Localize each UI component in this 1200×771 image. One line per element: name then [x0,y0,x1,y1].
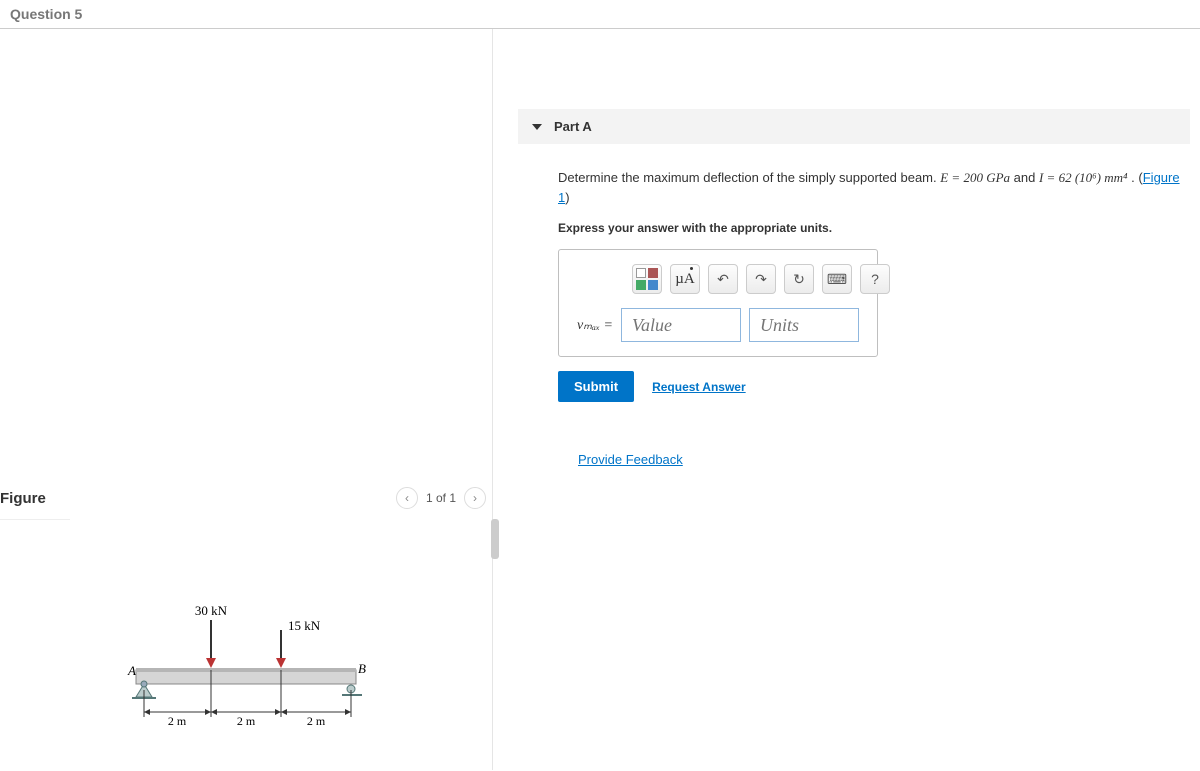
point-b: B [358,661,366,676]
e-expression: E = 200 GPa [940,170,1010,185]
instruction: Express your answer with the appropriate… [558,221,1190,235]
load2-label: 15 kN [288,618,321,633]
answer-toolbar: µA ↶ ↷ ↻ ⌨ ? [632,264,859,294]
submit-button[interactable]: Submit [558,371,634,402]
load1-label: 30 kN [195,603,228,618]
spacer [0,29,492,482]
provide-feedback-link[interactable]: Provide Feedback [578,452,1190,467]
figure-body: 30 kN 15 kN A B 2 m [0,550,492,770]
main-split: Figure ‹ 1 of 1 › [0,29,1200,770]
figure-title: Figure [0,490,46,507]
part-header[interactable]: Part A [518,109,1190,144]
and-text: and [1014,170,1039,185]
pane-divider[interactable] [492,29,498,770]
templates-button[interactable] [632,264,662,294]
value-input[interactable] [621,308,741,342]
prompt-prefix: Determine the maximum deflection of the … [558,170,940,185]
figure-next-button[interactable]: › [464,487,486,509]
reset-button[interactable]: ↻ [784,264,814,294]
dim2: 2 m [237,714,256,728]
help-button[interactable]: ? [860,264,890,294]
suffix: . ( [1131,170,1143,185]
question-label: Question 5 [10,6,82,22]
units-input[interactable] [749,308,859,342]
mu-dot-icon [690,267,693,270]
keyboard-button[interactable]: ⌨ [822,264,852,294]
mu-label: µA [675,271,694,288]
button-row: Submit Request Answer [558,371,1190,402]
prompt-text: Determine the maximum deflection of the … [558,168,1190,207]
right-pane: Part A Determine the maximum deflection … [498,29,1200,770]
dim1: 2 m [168,714,187,728]
part-label: Part A [554,119,592,134]
beam-diagram: 30 kN 15 kN A B 2 m [96,575,396,745]
vmax-label: vₘₐₓ = [577,317,613,334]
question-header: Question 5 [0,0,1200,29]
dim3: 2 m [307,714,326,728]
redo-button[interactable]: ↷ [746,264,776,294]
figure-divider [0,519,70,520]
suffix2: ) [565,190,569,205]
figure-panel: Figure ‹ 1 of 1 › [0,482,492,770]
units-mu-button[interactable]: µA [670,264,700,294]
figure-header: Figure ‹ 1 of 1 › [0,483,492,519]
figure-pager: 1 of 1 [426,491,456,505]
undo-button[interactable]: ↶ [708,264,738,294]
figure-nav: ‹ 1 of 1 › [396,487,486,509]
answer-row: vₘₐₓ = [577,308,859,342]
answer-block: µA ↶ ↷ ↻ ⌨ ? vₘₐₓ = [558,249,878,357]
request-answer-link[interactable]: Request Answer [652,380,746,394]
caret-down-icon [532,124,542,130]
divider-thumb[interactable] [491,519,499,559]
templates-icon [636,268,658,290]
left-pane: Figure ‹ 1 of 1 › [0,29,492,770]
point-a: A [127,663,136,678]
i-expression: I = 62 (10⁶) mm⁴ [1039,170,1128,185]
figure-prev-button[interactable]: ‹ [396,487,418,509]
